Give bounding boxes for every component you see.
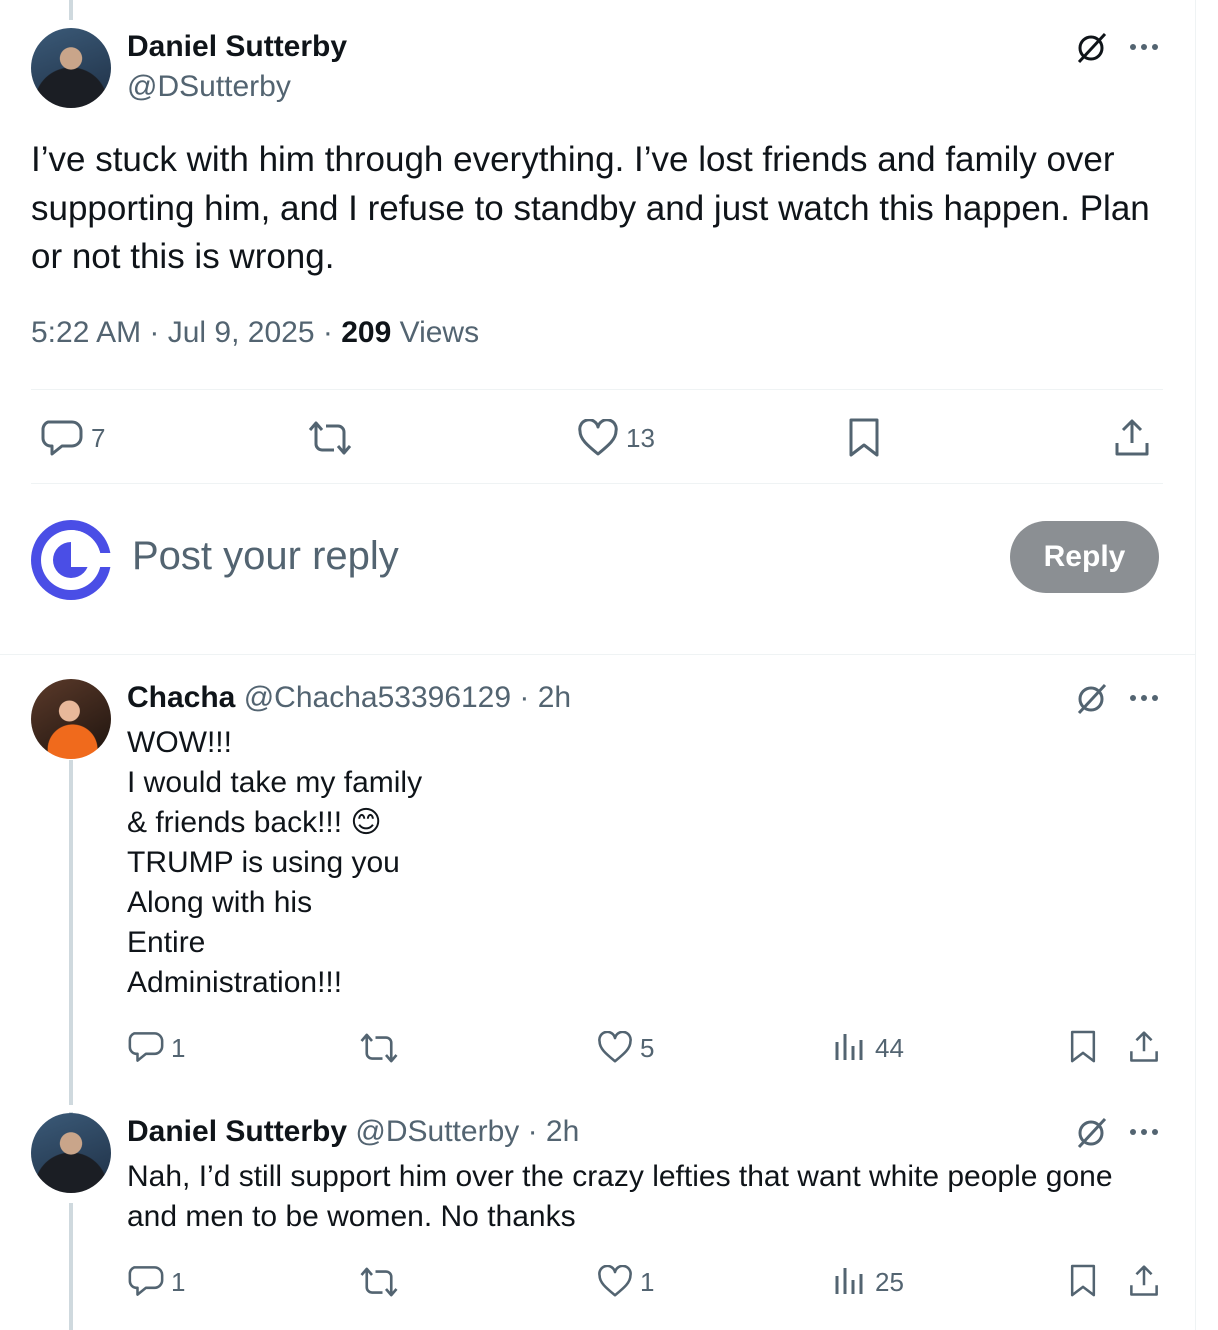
like-icon[interactable]: [597, 1265, 633, 1298]
bookmark-icon[interactable]: [846, 417, 882, 459]
reply-line: Administration!!!: [127, 966, 343, 999]
reply-line: Nah, I’d still support him over the craz…: [127, 1160, 1113, 1193]
meta-separator: ·: [141, 316, 168, 349]
views-count: 44: [875, 1033, 904, 1063]
like-icon[interactable]: [577, 419, 619, 457]
like-icon[interactable]: [597, 1031, 633, 1064]
grok-slash-icon[interactable]: [1073, 1115, 1109, 1151]
meta-separator: ·: [314, 316, 342, 349]
reply-icon[interactable]: [40, 418, 84, 458]
column-border: [1195, 0, 1196, 1330]
share-icon[interactable]: [1113, 417, 1151, 459]
reply-count: 1: [171, 1033, 186, 1063]
avatar[interactable]: [31, 1113, 111, 1193]
reply-input[interactable]: Post your reply: [132, 534, 399, 579]
like-count: 13: [626, 423, 655, 453]
grok-slash-icon[interactable]: [1073, 681, 1109, 717]
author-handle[interactable]: @DSutterby: [127, 70, 291, 104]
reply-header: Chacha @Chacha53396129 · 2h: [127, 681, 571, 715]
author-name[interactable]: Daniel Sutterby: [127, 30, 347, 64]
bookmark-icon[interactable]: [1068, 1029, 1098, 1065]
views-icon[interactable]: [833, 1266, 865, 1296]
thread-line-reply2: [69, 1203, 73, 1330]
repost-icon[interactable]: [306, 420, 354, 456]
reply-line: & friends back!!! 😊: [127, 806, 382, 839]
reply-time[interactable]: · 2h: [511, 681, 571, 714]
avatar[interactable]: [31, 28, 111, 108]
post-meta: 5:22 AM · Jul 9, 2025 · 209 Views: [31, 316, 479, 350]
views-count: 25: [875, 1267, 904, 1297]
post-text: I’ve stuck with him through everything. …: [31, 140, 1150, 276]
views-icon[interactable]: [833, 1032, 865, 1062]
more-icon[interactable]: [1127, 685, 1161, 711]
repost-icon[interactable]: [358, 1032, 400, 1064]
repost-icon[interactable]: [358, 1266, 400, 1298]
more-icon[interactable]: [1127, 34, 1161, 60]
reply-count: 7: [91, 423, 106, 453]
author-handle[interactable]: @Chacha53396129: [244, 681, 511, 714]
divider: [31, 483, 1163, 484]
reply-line: I would take my family: [127, 766, 423, 799]
reply-icon[interactable]: [127, 1264, 165, 1298]
views-label: Views: [391, 316, 480, 349]
like-count: 5: [640, 1033, 655, 1063]
reply-line: TRUMP is using you: [127, 846, 400, 879]
share-icon[interactable]: [1128, 1029, 1160, 1065]
like-count: 1: [640, 1267, 655, 1297]
divider: [0, 654, 1195, 655]
more-icon[interactable]: [1127, 1119, 1161, 1145]
grok-slash-icon[interactable]: [1073, 30, 1109, 66]
post-time[interactable]: 5:22 AM: [31, 316, 141, 349]
reply-line: Along with his: [127, 886, 313, 919]
share-icon[interactable]: [1128, 1263, 1160, 1299]
author-name[interactable]: Daniel Sutterby: [127, 1115, 347, 1148]
avatar[interactable]: [31, 679, 111, 759]
reply-icon[interactable]: [127, 1030, 165, 1064]
reply-time[interactable]: · 2h: [519, 1115, 580, 1148]
divider: [31, 389, 1163, 390]
reply-text: Nah, I’d still support him over the craz…: [127, 1157, 1113, 1237]
reply-count: 1: [171, 1267, 186, 1297]
bookmark-icon[interactable]: [1068, 1263, 1098, 1299]
reply-line: Entire: [127, 926, 206, 959]
reply-button[interactable]: Reply: [1010, 521, 1159, 593]
thread-line-top: [69, 0, 73, 20]
app-logo-icon: [31, 520, 111, 600]
views-count: 209: [341, 316, 392, 349]
thread-line-reply1: [69, 760, 73, 1105]
author-name[interactable]: Chacha: [127, 681, 235, 714]
reply-text: WOW!!! I would take my family & friends …: [127, 723, 422, 1003]
post-date[interactable]: Jul 9, 2025: [168, 316, 315, 349]
reply-line: WOW!!!: [127, 726, 232, 759]
reply-line: and men to be women. No thanks: [127, 1200, 576, 1233]
author-handle[interactable]: @DSutterby: [355, 1115, 519, 1148]
reply-header: Daniel Sutterby @DSutterby · 2h: [127, 1115, 579, 1149]
